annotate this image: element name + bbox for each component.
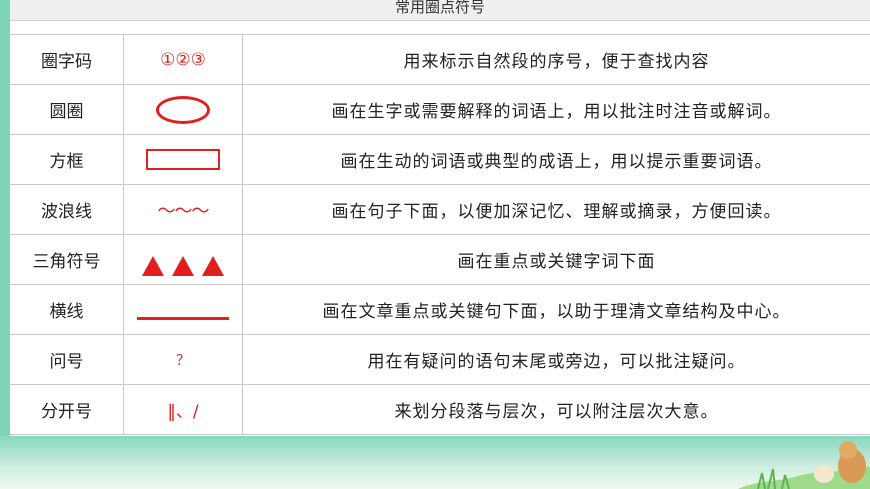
symbol-text: ？	[176, 352, 190, 369]
symbol-cell	[123, 134, 243, 185]
symbol-description: 来划分段落与层次，可以附注层次大意。	[242, 384, 870, 435]
symbol-text: ①②③	[160, 49, 206, 70]
triangle-icon	[172, 256, 194, 276]
table-row: 横线 画在文章重点或关键句下面，以助于理清文章结构及中心。	[10, 284, 870, 335]
triangle-icon	[142, 256, 164, 276]
symbol-name: 横线	[10, 284, 124, 335]
table-row: 波浪线 ～～～ 画在句子下面，以便加深记忆、理解或摘录，方便回读。	[10, 184, 870, 235]
question-mark-icon: ？	[123, 334, 243, 385]
oval-icon	[156, 95, 210, 124]
symbol-description: 画在重点或关键字词下面	[242, 234, 870, 285]
symbol-name: 圆圈	[10, 84, 124, 135]
symbol-text: ‖、/	[167, 402, 199, 422]
table-row: 方框 画在生动的词语或典型的成语上，用以提示重要词语。	[10, 134, 870, 185]
symbol-description: 用来标示自然段的序号，便于查找内容	[242, 34, 870, 85]
circled-numbers-icon: ①②③	[123, 34, 243, 85]
symbol-description: 画在生字或需要解释的词语上，用以批注时注音或解词。	[242, 84, 870, 135]
wavy-line-icon: ～～～	[123, 184, 243, 235]
table-row: 问号 ？ 用在有疑问的语句末尾或旁边，可以批注疑问。	[10, 334, 870, 385]
horizontal-line-icon	[137, 316, 229, 320]
annotation-symbols-table: 圈字码 ①②③ 用来标示自然段的序号，便于查找内容 圆圈 画在生字或需要解释的词…	[10, 34, 870, 435]
symbol-description: 画在生动的词语或典型的成语上，用以提示重要词语。	[242, 134, 870, 185]
symbol-cell	[123, 284, 243, 335]
table-row: 圆圈 画在生字或需要解释的词语上，用以批注时注音或解词。	[10, 84, 870, 135]
separator-marks-icon: ‖、/	[123, 384, 243, 435]
symbol-cell	[123, 234, 243, 285]
symbol-description: 用在有疑问的语句末尾或旁边，可以批注疑问。	[242, 334, 870, 385]
symbol-text: ～～～	[157, 200, 210, 222]
symbol-description: 画在文章重点或关键句下面，以助于理清文章结构及中心。	[242, 284, 870, 335]
symbol-cell	[123, 84, 243, 135]
table-title: 常用圈点符号	[10, 0, 870, 21]
slide-panel: 常用圈点符号 圈字码 ①②③ 用来标示自然段的序号，便于查找内容 圆圈 画在生字…	[10, 0, 870, 436]
symbol-name: 三角符号	[10, 234, 124, 285]
rectangle-icon	[146, 149, 220, 170]
symbol-description: 画在句子下面，以便加深记忆、理解或摘录，方便回读。	[242, 184, 870, 235]
table-row: 圈字码 ①②③ 用来标示自然段的序号，便于查找内容	[10, 34, 870, 85]
dog-head-icon	[839, 441, 857, 459]
triangle-icon	[202, 256, 224, 276]
symbol-name: 分开号	[10, 384, 124, 435]
table-row: 分开号 ‖、/ 来划分段落与层次，可以附注层次大意。	[10, 384, 870, 435]
symbol-name: 圈字码	[10, 34, 124, 85]
cat-icon	[814, 465, 834, 483]
corner-illustration	[738, 441, 870, 489]
symbol-name: 问号	[10, 334, 124, 385]
triangles-icon	[138, 256, 228, 281]
symbol-name: 波浪线	[10, 184, 124, 235]
table-row: 三角符号 画在重点或关键字词下面	[10, 234, 870, 285]
symbol-name: 方框	[10, 134, 124, 185]
